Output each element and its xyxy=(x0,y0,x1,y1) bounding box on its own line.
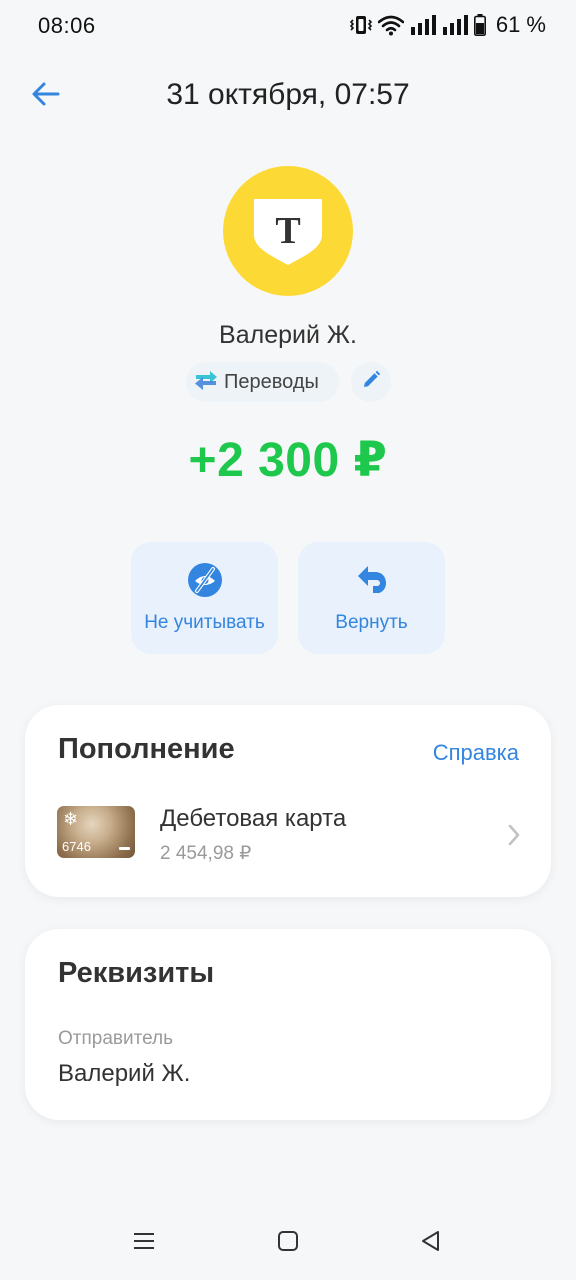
category-chips: Переводы xyxy=(0,362,576,402)
exclude-button-label: Не учитывать xyxy=(144,612,265,633)
exclude-button[interactable]: Не учитывать xyxy=(131,542,278,654)
edit-category-button[interactable] xyxy=(351,362,391,402)
eye-crossed-icon xyxy=(187,562,223,603)
details-title: Реквизиты xyxy=(58,957,215,989)
signal-icon xyxy=(442,14,468,36)
transaction-amount: +2 300 ₽ xyxy=(188,434,388,487)
return-arrow-icon xyxy=(355,562,389,601)
status-icons: 61 % xyxy=(349,12,546,38)
system-nav-bar xyxy=(0,1218,576,1268)
pencil-icon xyxy=(361,370,381,395)
category-chip[interactable]: Переводы xyxy=(186,362,339,402)
account-name: Дебетовая карта xyxy=(160,805,347,832)
bank-logo-letter: T xyxy=(275,210,300,252)
payment-system-icon xyxy=(119,847,130,850)
triangle-back-icon xyxy=(420,1230,442,1257)
status-bar: 08:06 61 % xyxy=(0,0,576,52)
transaction-details-screen: 08:06 61 % 31 октября, 07:57 T Валерий Ж… xyxy=(0,0,576,1280)
help-link[interactable]: Справка xyxy=(433,740,519,766)
wifi-icon xyxy=(377,14,404,36)
menu-icon xyxy=(133,1231,155,1256)
battery-percent: 61 % xyxy=(495,12,546,37)
chevron-right-icon xyxy=(507,823,521,852)
recent-apps-button[interactable] xyxy=(119,1218,169,1268)
sender-field-value: Валерий Ж. xyxy=(58,1060,191,1087)
battery-icon xyxy=(473,14,486,36)
status-time: 08:06 xyxy=(38,13,96,38)
bank-logo-shield-icon: T xyxy=(254,199,322,265)
account-row[interactable]: ❄ 6746 Дебетовая карта 2 454,98 ₽ xyxy=(25,795,551,875)
page-title: 31 октября, 07:57 xyxy=(166,78,410,111)
return-button[interactable]: Вернуть xyxy=(298,542,445,654)
account-balance: 2 454,98 ₽ xyxy=(160,843,252,864)
return-button-label: Вернуть xyxy=(335,612,408,633)
details-card: Реквизиты Отправитель Валерий Ж. xyxy=(25,929,551,1120)
home-button[interactable] xyxy=(263,1218,313,1268)
card-last4: 6746 xyxy=(62,839,91,854)
topup-card: Пополнение Справка ❄ 6746 Дебетовая карт… xyxy=(25,705,551,897)
bank-logo: T xyxy=(223,166,353,296)
header: 31 октября, 07:57 xyxy=(0,62,576,130)
topup-title: Пополнение xyxy=(58,733,235,765)
square-icon xyxy=(277,1230,299,1257)
snowflake-icon: ❄ xyxy=(63,809,79,829)
category-label: Переводы xyxy=(224,370,319,393)
system-back-button[interactable] xyxy=(406,1218,456,1268)
sender-field-label: Отправитель xyxy=(58,1028,174,1049)
debit-card-thumbnail: ❄ 6746 xyxy=(57,806,135,858)
transfer-arrows-icon xyxy=(194,370,218,395)
signal-icon xyxy=(410,14,436,36)
sender-name: Валерий Ж. xyxy=(219,321,357,349)
vibrate-icon xyxy=(349,13,372,37)
